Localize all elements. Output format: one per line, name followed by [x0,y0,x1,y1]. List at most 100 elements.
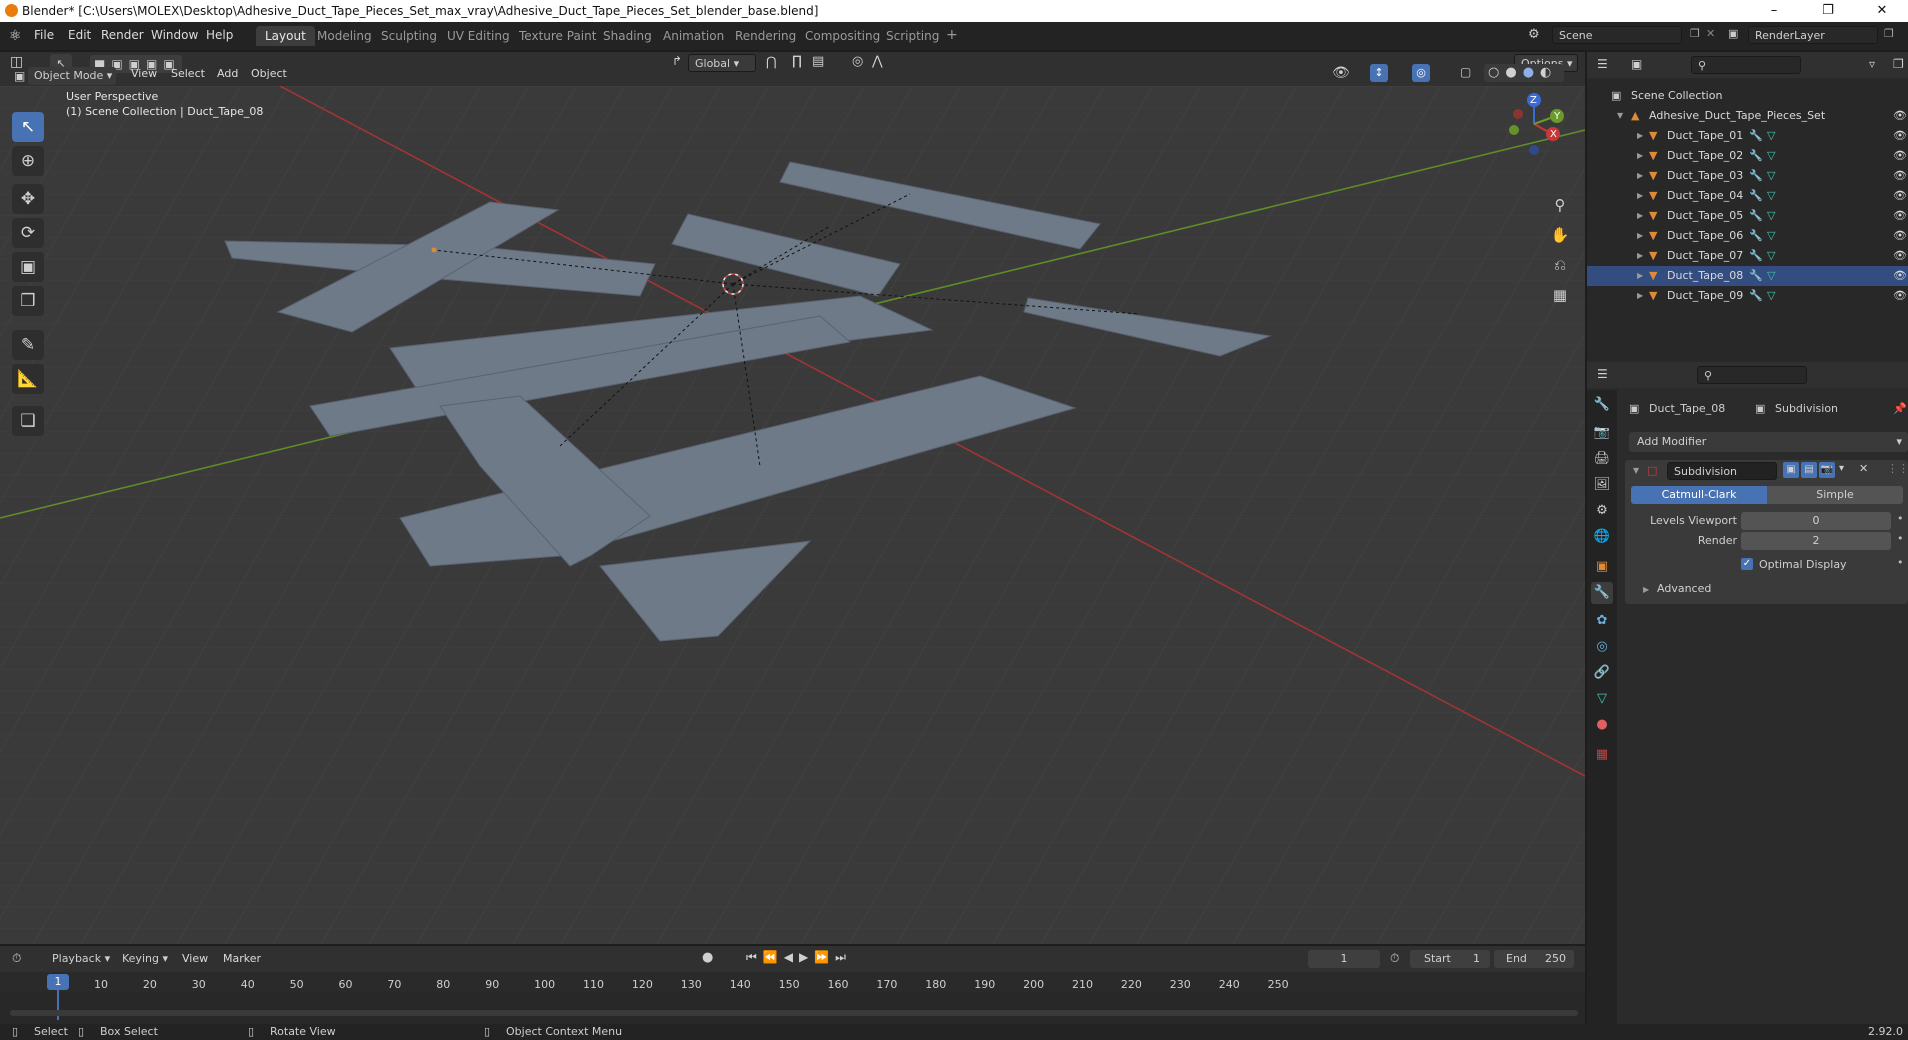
expand-icon[interactable]: ▶ [1637,286,1643,306]
menu-help[interactable]: Help [206,28,233,42]
render-tab-icon[interactable]: 📷 [1591,422,1613,444]
render-levels-keyframe-icon[interactable]: • [1897,532,1904,545]
output-tab-icon[interactable]: 🖨 [1591,448,1613,470]
outliner-object-row[interactable]: ▶ ▼ Duct_Tape_07 🔧 ▽ 👁 [1587,246,1908,266]
levels-viewport-keyframe-icon[interactable]: • [1897,512,1904,525]
expand-icon[interactable]: ▶ [1637,266,1643,286]
filter-icon[interactable]: ▿ [1869,57,1875,71]
mesh-data-icon[interactable]: ▽ [1767,266,1775,286]
overlay-toggle-icon[interactable]: ◎ [1412,64,1430,82]
properties-search-input[interactable]: ⚲ [1697,366,1807,384]
start-frame-field[interactable]: Start 1 [1410,950,1490,968]
material-tab-icon[interactable]: ● [1591,714,1613,736]
expand-icon[interactable]: ▶ [1637,146,1643,166]
pan-view-icon[interactable]: ✋ [1547,222,1573,248]
outliner-scene-collection[interactable]: ▣ Scene Collection [1587,86,1908,106]
gizmo-toggle-icon[interactable]: ↕ [1370,64,1388,82]
playback-controls[interactable]: ⏮⏪◀▶⏩⏭ [746,950,852,965]
outliner-object-row[interactable]: ▶ ▼ Duct_Tape_01 🔧 ▽ 👁 [1587,126,1908,146]
remove-modifier-icon[interactable]: ✕ [1859,462,1868,475]
ortho-toggle-icon[interactable]: ▦ [1547,282,1573,308]
outliner-editor-icon[interactable]: ☰ [1597,57,1608,71]
scene-browse-icon[interactable]: ⚙ [1528,27,1540,42]
levels-viewport-field[interactable]: 0 [1741,512,1891,530]
modifier-name-input[interactable]: Subdivision [1667,462,1777,480]
drag-handle-icon[interactable]: ⋮⋮ [1887,462,1908,475]
xray-icon[interactable]: ▢ [1460,65,1471,79]
end-frame-field[interactable]: End 250 [1494,950,1574,968]
marker-menu[interactable]: Marker [223,952,261,965]
tab-animation[interactable]: Animation [654,26,733,46]
optimal-display-checkbox[interactable]: ✓ [1741,557,1753,570]
expand-icon[interactable]: ▼ [1617,106,1623,126]
outliner-object-row[interactable]: ▶ ▼ Duct_Tape_05 🔧 ▽ 👁 [1587,206,1908,226]
annotate-tool-icon[interactable]: ✎ [12,330,44,360]
tab-shading[interactable]: Shading [594,26,661,46]
constraints-tab-icon[interactable]: 🔗 [1591,662,1613,684]
tab-modeling[interactable]: Modeling [308,26,381,46]
timeline-scrollbar[interactable] [10,1010,1578,1016]
visibility-eye-icon[interactable]: 👁 [1893,166,1907,186]
outliner-object-row[interactable]: ▶ ▼ Duct_Tape_04 🔧 ▽ 👁 [1587,186,1908,206]
expand-icon[interactable]: ▶ [1637,166,1643,186]
outliner-object-row[interactable]: ▶ ▼ Duct_Tape_06 🔧 ▽ 👁 [1587,226,1908,246]
visibility-eye-icon[interactable]: 👁 [1893,286,1907,306]
minimize-button[interactable]: – [1752,0,1796,22]
mesh-data-icon[interactable]: ▽ [1767,166,1775,186]
proportional-editing-icon[interactable]: ◎ [852,54,863,69]
outliner-object-row[interactable]: ▶ ▼ Duct_Tape_03 🔧 ▽ 👁 [1587,166,1908,186]
modifier-menu-icon[interactable]: ▾ [1839,463,1844,474]
preview-range-icon[interactable]: ⏱ [1390,951,1399,966]
visibility-eye-icon[interactable]: 👁 [1893,206,1907,226]
visibility-eye-icon[interactable]: 👁 [1893,246,1907,266]
camera-view-icon[interactable]: ⎌ [1547,252,1573,278]
modifier-icon[interactable]: 🔧 [1749,266,1763,286]
editor-type-icon[interactable]: ◫ [10,54,23,70]
menu-edit[interactable]: Edit [68,28,91,42]
visibility-eye-icon[interactable]: 👁 [1893,226,1907,246]
mesh-data-icon[interactable]: ▽ [1767,246,1775,266]
physics-tab-icon[interactable]: ◎ [1591,636,1613,658]
tab-texture-paint[interactable]: Texture Paint [510,26,605,46]
tab-compositing[interactable]: Compositing [796,26,889,46]
snap-icon[interactable]: ∏ [792,54,802,69]
menu-view[interactable]: View [131,67,157,80]
modifier-icon[interactable]: 🔧 [1749,206,1763,226]
menu-select[interactable]: Select [171,67,205,80]
modifier-tab-icon[interactable]: 🔧 [1591,582,1613,604]
simple-button[interactable]: Simple [1767,486,1903,504]
visibility-eye-icon[interactable]: 👁 [1893,266,1907,286]
expand-icon[interactable]: ▶ [1637,186,1643,206]
rotate-tool-icon[interactable]: ⟳ [12,218,44,248]
data-tab-icon[interactable]: ▽ [1591,688,1613,710]
expand-icon[interactable]: ▶ [1637,226,1643,246]
advanced-expand-icon[interactable]: ▶ [1643,585,1649,594]
expand-icon[interactable]: ▶ [1637,126,1643,146]
expand-icon[interactable]: ▶ [1637,246,1643,266]
outliner-object-row[interactable]: ▶ ▼ Duct_Tape_09 🔧 ▽ 👁 [1587,286,1908,306]
add-workspace-icon[interactable]: + [946,27,958,43]
display-mode-icon[interactable]: ▣ [1631,57,1642,71]
3d-viewport[interactable]: User Perspective (1) Scene Collection | … [0,86,1585,944]
tab-sculpting[interactable]: Sculpting [372,26,446,46]
visibility-eye-icon[interactable]: 👁 [1893,186,1907,206]
texture-tab-icon[interactable]: ▦ [1591,744,1613,766]
modifier-icon[interactable]: 🔧 [1749,126,1763,146]
properties-editor-icon[interactable]: ☰ [1597,367,1608,381]
menu-file[interactable]: File [34,28,54,42]
add-cube-tool-icon[interactable]: ❏ [12,406,44,436]
outliner-search-input[interactable]: ⚲ [1691,56,1801,74]
modifier-icon[interactable]: 🔧 [1749,146,1763,166]
playback-menu[interactable]: Playback ▾ [46,950,112,968]
visibility-eye-icon[interactable]: 👁 [1893,146,1907,166]
scene-remove-icon[interactable]: ✕ [1706,27,1715,40]
modifier-icon[interactable]: 🔧 [1749,246,1763,266]
transform-orientation-dropdown[interactable]: Global ▾ [688,54,756,72]
outliner-object-row[interactable]: ▶ ▼ Duct_Tape_08 🔧 ▽ 👁 [1587,266,1908,286]
modifier-icon[interactable]: 🔧 [1749,186,1763,206]
menu-render[interactable]: Render [101,28,144,42]
transform-tool-icon[interactable]: ❒ [12,286,44,316]
object-mode-dropdown[interactable]: Object Mode ▾ [28,67,116,85]
menu-object[interactable]: Object [251,67,287,80]
scene-tab-icon[interactable]: ⚙ [1591,500,1613,522]
